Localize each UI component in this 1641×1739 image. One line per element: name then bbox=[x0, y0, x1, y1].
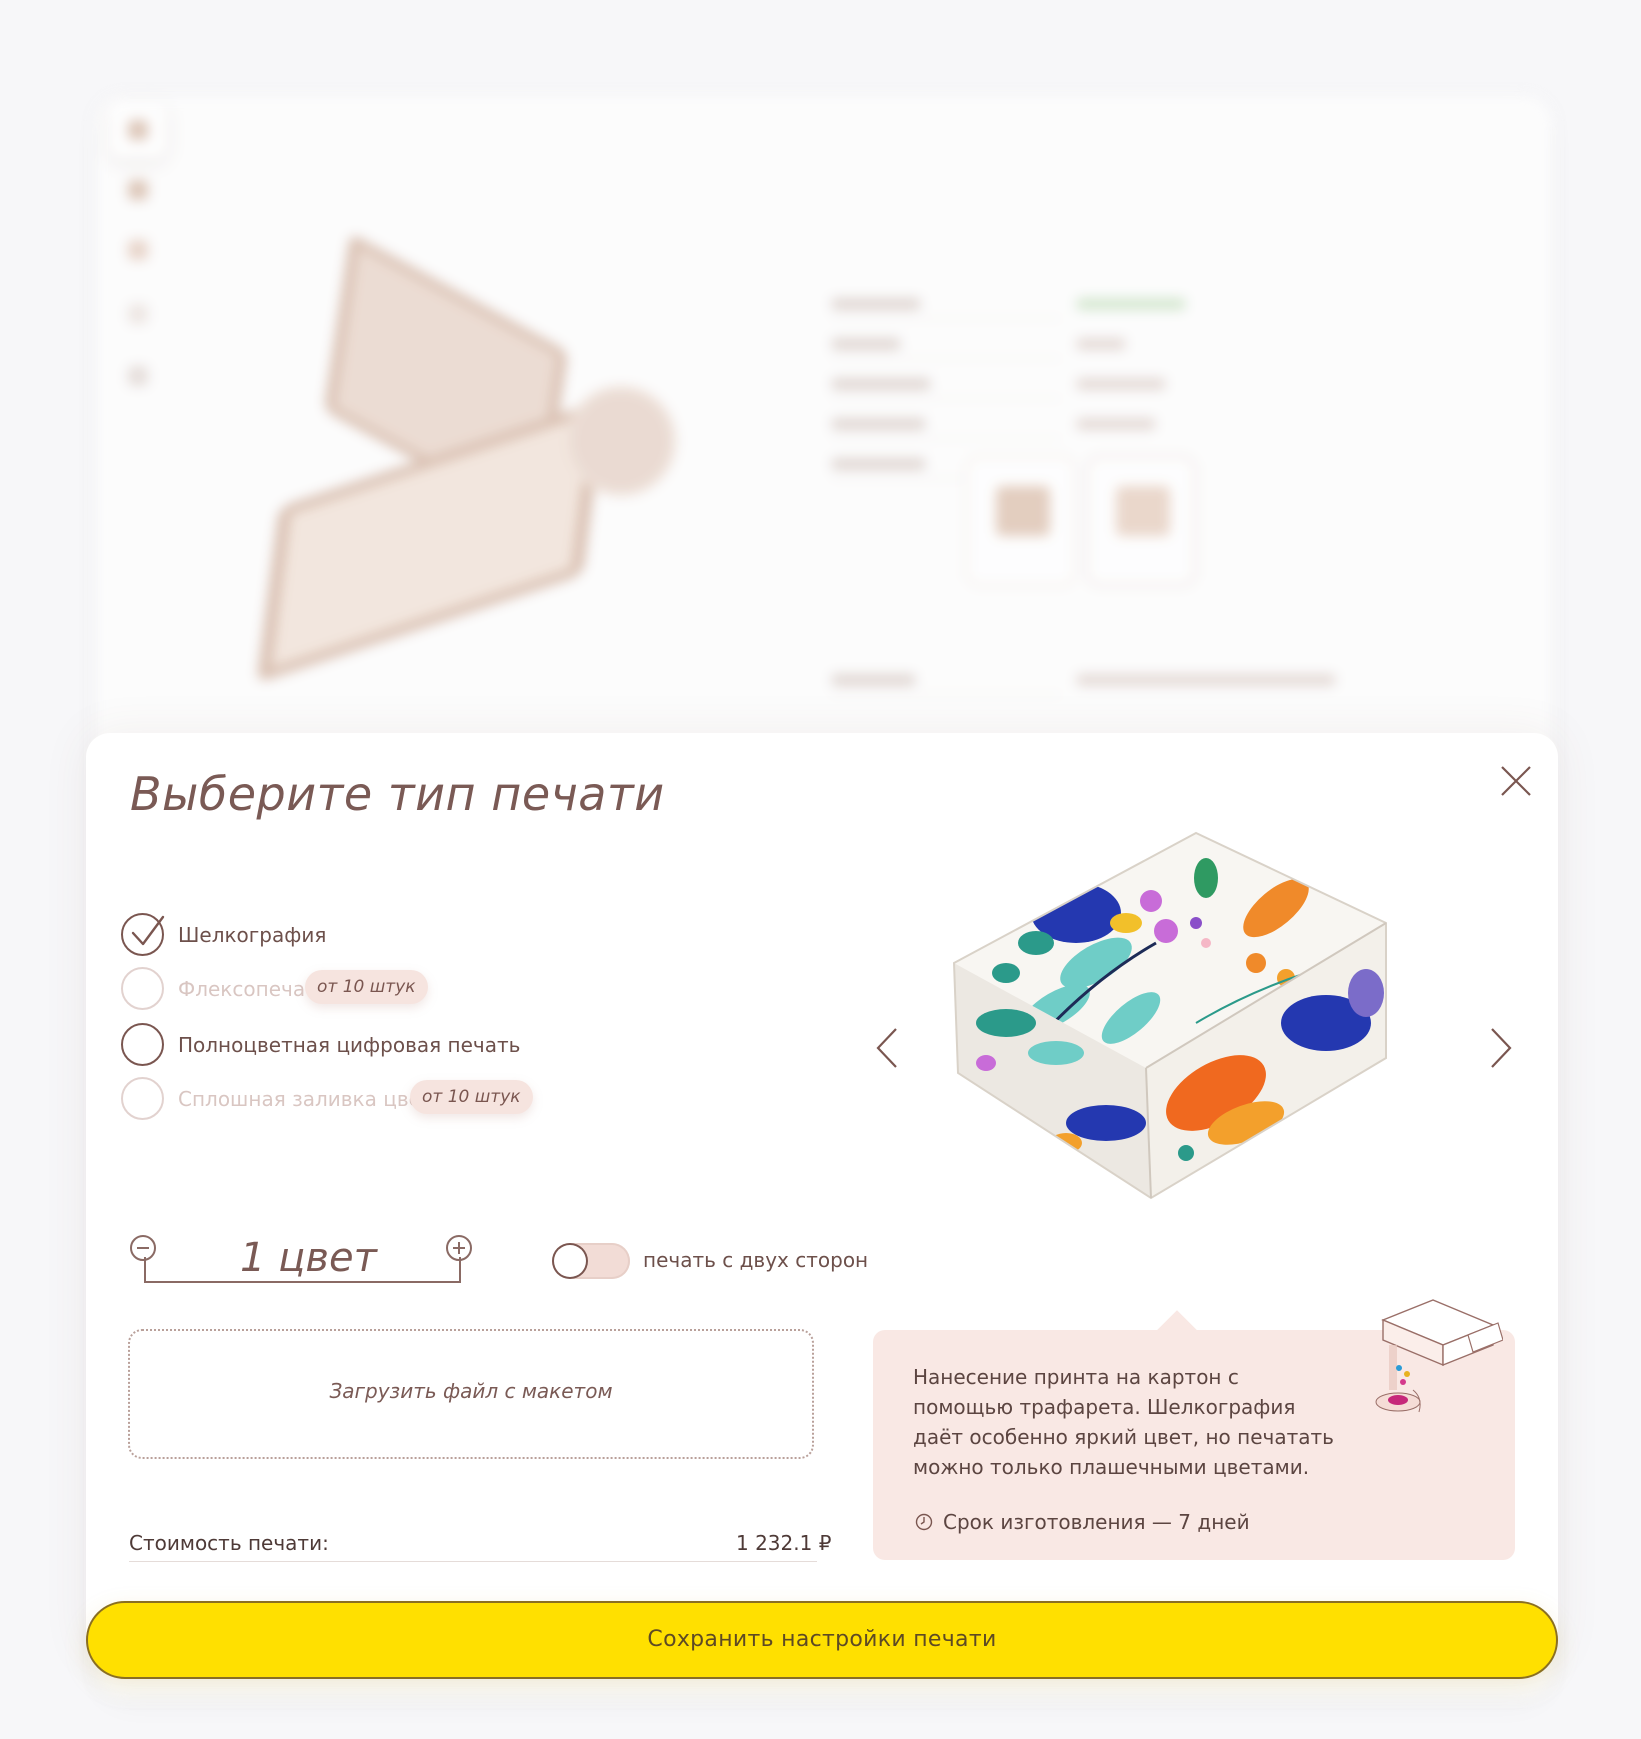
bg-color-swatch bbox=[1086, 456, 1196, 586]
option-digital[interactable]: Полноцветная цифровая печать bbox=[121, 1023, 741, 1069]
check-icon bbox=[131, 915, 165, 946]
bg-color-swatch bbox=[966, 456, 1076, 586]
save-print-settings-button[interactable]: Сохранить настройки печати bbox=[86, 1601, 1558, 1679]
print-type-info: Нанесение принта на картон с помощью тра… bbox=[873, 1299, 1515, 1560]
two-sided-toggle[interactable] bbox=[552, 1243, 630, 1279]
radio[interactable] bbox=[121, 967, 164, 1010]
info-description: Нанесение принта на картон с помощью тра… bbox=[913, 1365, 1334, 1479]
cost-value: 1 232.1 ₽ bbox=[736, 1531, 832, 1555]
printer-illustration bbox=[1375, 1299, 1503, 1413]
bg-product-image bbox=[256, 232, 676, 684]
save-button-label: Сохранить настройки печати bbox=[647, 1627, 997, 1652]
modal-title: Выберите тип печати bbox=[130, 767, 665, 821]
bg-thumbnail bbox=[110, 102, 166, 158]
production-term: Срок изготовления — 7 дней bbox=[943, 1510, 1250, 1534]
option-solid-fill[interactable]: Сплошная заливка цветом от 10 штук bbox=[121, 1077, 741, 1123]
prev-image-button[interactable] bbox=[872, 1023, 902, 1073]
option-label: Полноцветная цифровая печать bbox=[178, 1033, 521, 1057]
two-sided-label: печать с двух сторон bbox=[643, 1248, 869, 1272]
bg-thumbnail bbox=[110, 162, 166, 218]
bg-product-title bbox=[831, 144, 844, 194]
upload-dropzone[interactable]: Загрузить файл с макетом bbox=[128, 1329, 814, 1459]
cost-label: Стоимость печати: bbox=[129, 1531, 329, 1555]
product-preview-image bbox=[952, 831, 1387, 1200]
upload-label: Загрузить файл с макетом bbox=[329, 1379, 613, 1403]
bg-thumbnail bbox=[110, 348, 166, 404]
color-count-stepper: 1 цвет bbox=[130, 1235, 472, 1283]
option-label: Шелкография bbox=[178, 923, 327, 947]
radio[interactable] bbox=[121, 1023, 164, 1066]
minus-icon bbox=[137, 1247, 149, 1249]
clock-icon bbox=[915, 1513, 933, 1531]
min-quantity-badge: от 10 штук bbox=[305, 970, 428, 1004]
bg-thumbnail bbox=[110, 222, 166, 278]
option-silkscreen[interactable]: Шелкография bbox=[121, 913, 741, 959]
option-flexo[interactable]: Флексопечать от 10 штук bbox=[121, 967, 741, 1013]
radio[interactable] bbox=[121, 1077, 164, 1120]
color-count-value: 1 цвет bbox=[240, 1235, 377, 1281]
decrement-button[interactable] bbox=[130, 1235, 156, 1261]
close-icon bbox=[1501, 766, 1531, 796]
toggle-knob bbox=[554, 1245, 586, 1277]
radio-checked[interactable] bbox=[121, 913, 165, 956]
close-button[interactable] bbox=[1496, 761, 1536, 801]
min-quantity-badge: от 10 штук bbox=[410, 1080, 533, 1114]
chevron-left-icon bbox=[876, 1028, 897, 1068]
divider bbox=[129, 1561, 817, 1562]
print-type-modal: Выберите тип печати Шелкография Флексопе… bbox=[86, 733, 1558, 1658]
bg-thumbnail bbox=[110, 286, 166, 342]
